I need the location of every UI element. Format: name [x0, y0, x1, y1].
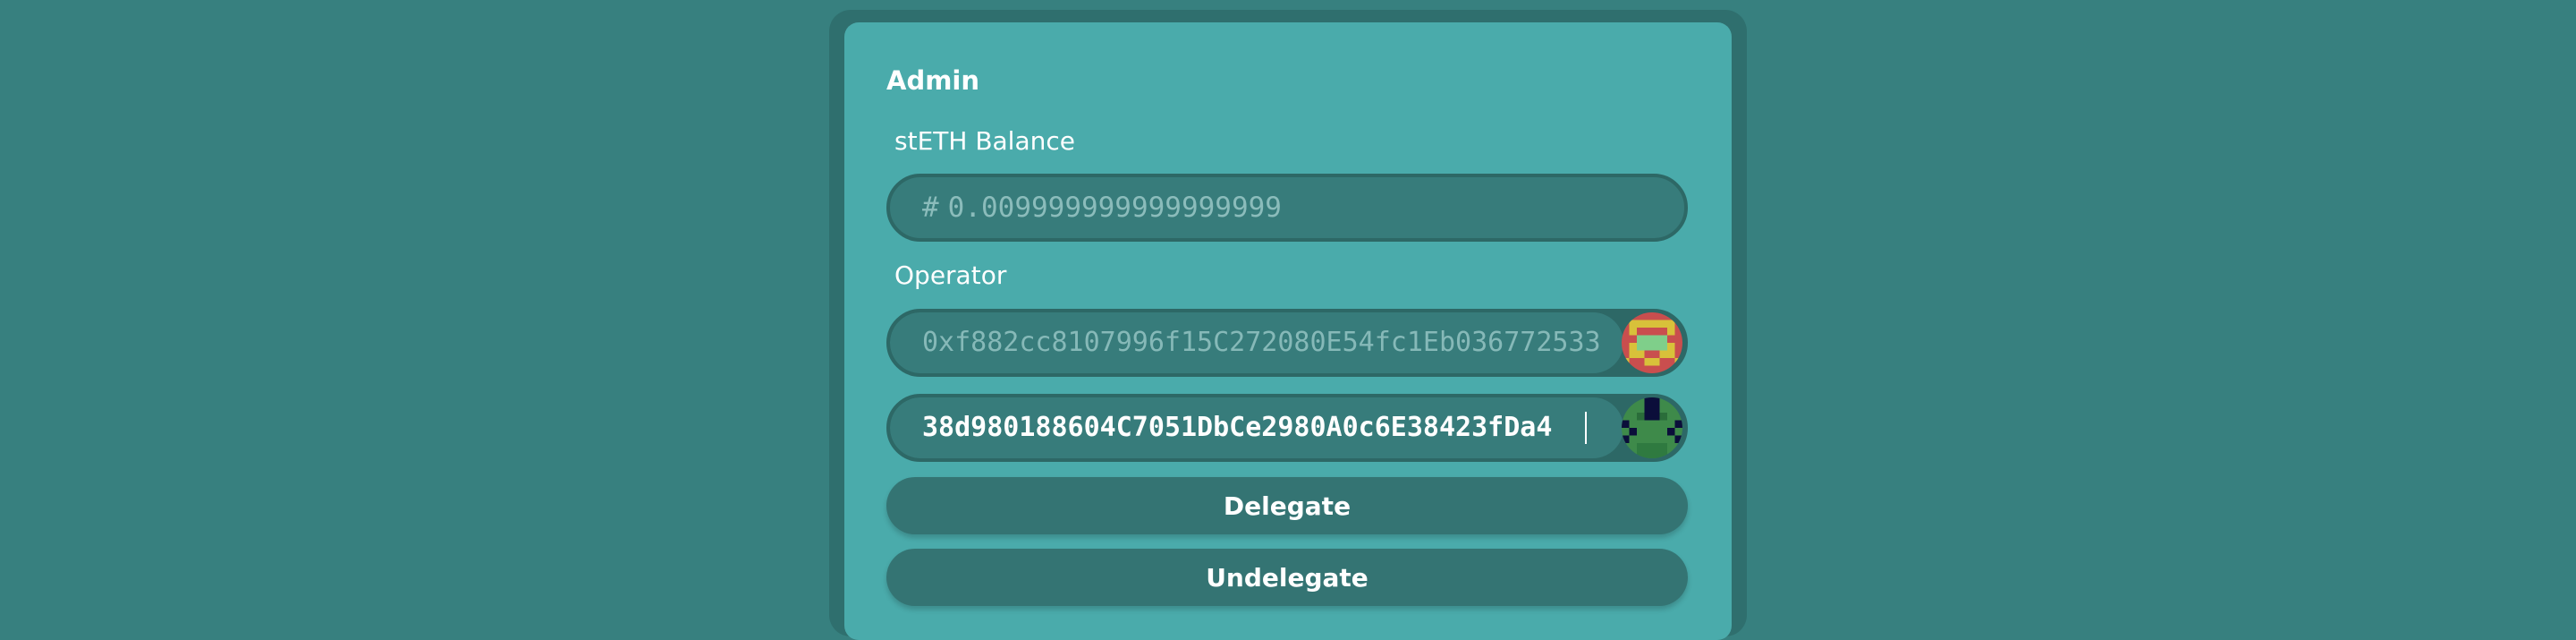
operator-label: Operator [894, 260, 1007, 290]
operator-avatar-icon [1622, 312, 1682, 373]
operator-address-display: 0xf882cc8107996f15C272080E54fc1Eb0367725… [886, 309, 1688, 377]
delegate-button[interactable]: Delegate [886, 477, 1688, 534]
operator-address-text: 0xf882cc8107996f15C272080E54fc1Eb0367725… [922, 327, 1601, 358]
balance-field: # 0.009999999999999999 [886, 174, 1688, 242]
balance-value: 0.009999999999999999 [947, 192, 1282, 224]
text-cursor [1585, 412, 1587, 444]
panel-title: Admin [886, 65, 980, 96]
operator-address-input[interactable]: 38d980188604C7051DbCe2980A0c6E38423fDa4 [922, 397, 1611, 458]
input-avatar-icon [1622, 397, 1682, 458]
hash-icon: # [922, 192, 939, 224]
operator-address-input-field[interactable]: 38d980188604C7051DbCe2980A0c6E38423fDa4 [886, 394, 1688, 462]
balance-label: stETH Balance [894, 126, 1075, 156]
undelegate-button[interactable]: Undelegate [886, 549, 1688, 606]
